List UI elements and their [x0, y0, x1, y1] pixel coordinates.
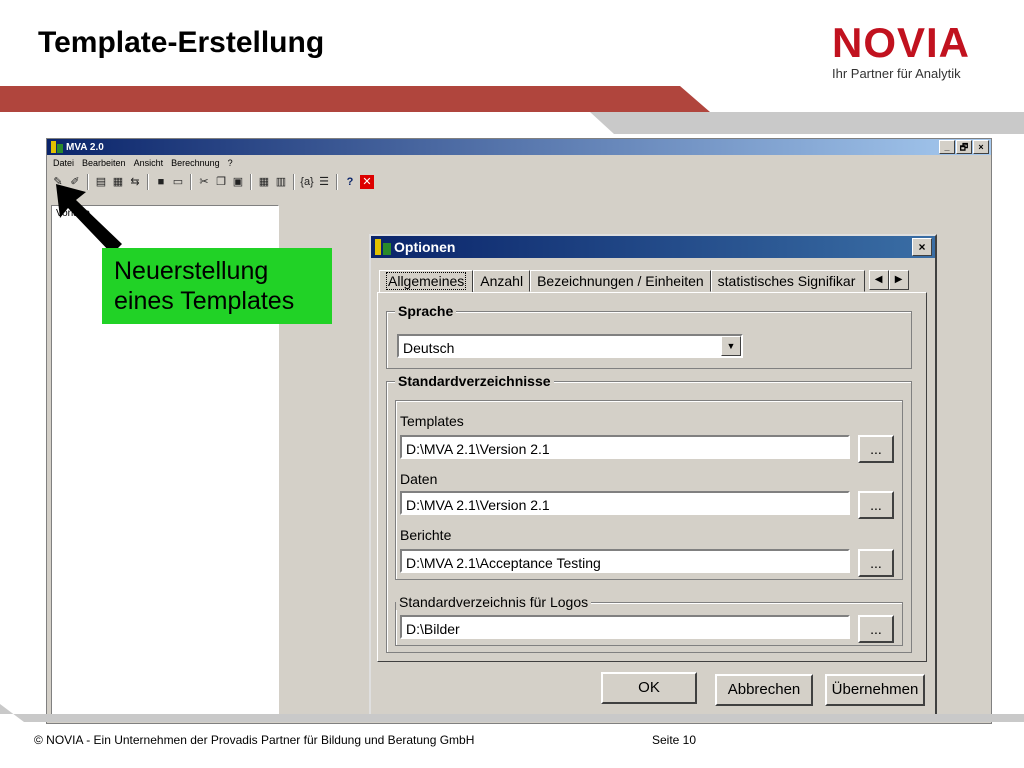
berichte-browse-button[interactable]: ...: [858, 549, 894, 577]
calculator-icon[interactable]: ▦: [257, 175, 271, 189]
logos-label: Standardverzeichnis für Logos: [396, 594, 592, 610]
dialog-close-button[interactable]: ×: [912, 238, 932, 256]
list-icon[interactable]: ☰: [317, 175, 331, 189]
tab-scroll-left-icon[interactable]: ◀: [868, 270, 889, 290]
novia-logo: NOVIA Ihr Partner für Analytik: [832, 22, 997, 92]
help-icon[interactable]: ?: [343, 175, 357, 189]
logo-tagline: Ihr Partner für Analytik: [832, 66, 961, 81]
move-icon[interactable]: ⇆: [128, 175, 142, 189]
restore-button[interactable]: 🗗: [956, 140, 972, 154]
toolbar: ✎ ✐ ▤ ▦ ⇆ ■ ▭ ✂ ❐ ▣ ▦ ▥ {a} ☰ ? ✕: [47, 171, 991, 193]
dialog-title: Optionen: [394, 239, 456, 255]
logos-path-input[interactable]: D:\Bilder: [400, 615, 850, 639]
templates-path-input[interactable]: D:\MVA 2.1\Version 2.1: [400, 435, 850, 459]
dialog-titlebar: Optionen ×: [371, 236, 935, 258]
slide-title: Template-Erstellung: [38, 26, 325, 59]
app-title: MVA 2.0: [66, 141, 104, 153]
menu-bar: Datei Bearbeiten Ansicht Berechnung ?: [47, 155, 991, 171]
tab-strip: Allgemeines Anzahl Bezeichnungen / Einhe…: [379, 270, 909, 292]
berichte-label: Berichte: [400, 527, 452, 543]
ok-button[interactable]: OK: [601, 672, 697, 704]
tab-panel-allgemeines: Sprache Deutsch ▼ Standardverzeichnisse …: [377, 292, 927, 662]
logos-subgroup: Standardverzeichnis für Logos D:\Bilder …: [395, 594, 903, 646]
apply-button[interactable]: Übernehmen: [825, 674, 925, 706]
footer-copyright: © NOVIA - Ein Unternehmen der Provadis P…: [34, 733, 475, 747]
menu-help[interactable]: ?: [228, 158, 233, 168]
cut-icon[interactable]: ✂: [197, 175, 211, 189]
app-titlebar: MVA 2.0 _ 🗗 ×: [47, 139, 991, 155]
print-icon[interactable]: ▭: [171, 175, 185, 189]
directories-subgroup: Templates D:\MVA 2.1\Version 2.1 ... Dat…: [395, 400, 903, 580]
menu-datei[interactable]: Datei: [53, 158, 74, 168]
header-red-bar: [0, 86, 710, 112]
tab-scroll-right-icon[interactable]: ▶: [888, 270, 909, 290]
menu-ansicht[interactable]: Ansicht: [134, 158, 164, 168]
flag-icon[interactable]: ✕: [360, 175, 374, 189]
daten-browse-button[interactable]: ...: [858, 491, 894, 519]
tab-anzahl[interactable]: Anzahl: [473, 270, 531, 292]
menu-berechnung[interactable]: Berechnung: [171, 158, 220, 168]
paste-icon[interactable]: ▣: [231, 175, 245, 189]
logo-word: NOVIA: [832, 19, 971, 66]
daten-label: Daten: [400, 471, 438, 487]
bar-chart-icon[interactable]: ▥: [274, 175, 288, 189]
berichte-path-input[interactable]: D:\MVA 2.1\Acceptance Testing: [400, 549, 850, 573]
copy-icon[interactable]: ❐: [214, 175, 228, 189]
tab-bezeichnungen[interactable]: Bezeichnungen / Einheiten: [530, 270, 711, 292]
logos-browse-button[interactable]: ...: [858, 615, 894, 643]
callout-line1: Neuerstellung: [114, 257, 269, 285]
templates-label: Templates: [400, 413, 464, 429]
daten-path-input[interactable]: D:\MVA 2.1\Version 2.1: [400, 491, 850, 515]
app-icon: [51, 141, 63, 153]
callout-line2: eines Templates: [114, 287, 295, 315]
close-button[interactable]: ×: [973, 140, 989, 154]
minimize-button[interactable]: _: [939, 140, 955, 154]
header-gray-bar: [590, 112, 1024, 134]
templates-browse-button[interactable]: ...: [858, 435, 894, 463]
cancel-button[interactable]: Abbrechen: [715, 674, 813, 706]
menu-bearbeiten[interactable]: Bearbeiten: [82, 158, 126, 168]
page-number: Seite 10: [652, 733, 697, 747]
chevron-down-icon[interactable]: ▼: [721, 336, 741, 356]
options-dialog: Optionen × Allgemeines Anzahl Bezeichnun…: [369, 234, 937, 722]
footer-gray-bar: [0, 704, 1024, 722]
sprache-group: Sprache Deutsch ▼: [386, 303, 912, 369]
dialog-icon: [375, 239, 391, 255]
tab-allgemeines[interactable]: Allgemeines: [379, 270, 474, 292]
standardverzeichnisse-label: Standardverzeichnisse: [395, 373, 554, 389]
standardverzeichnisse-group: Standardverzeichnisse Templates D:\MVA 2…: [386, 373, 912, 653]
language-select[interactable]: Deutsch: [397, 334, 743, 358]
save-icon[interactable]: ■: [154, 175, 168, 189]
callout-box: Neuerstellung eines Templates: [102, 248, 332, 324]
formula-icon[interactable]: {a}: [300, 175, 314, 189]
sprache-label: Sprache: [395, 303, 457, 319]
tab-statistisches[interactable]: statistisches Signifikar: [710, 270, 865, 292]
